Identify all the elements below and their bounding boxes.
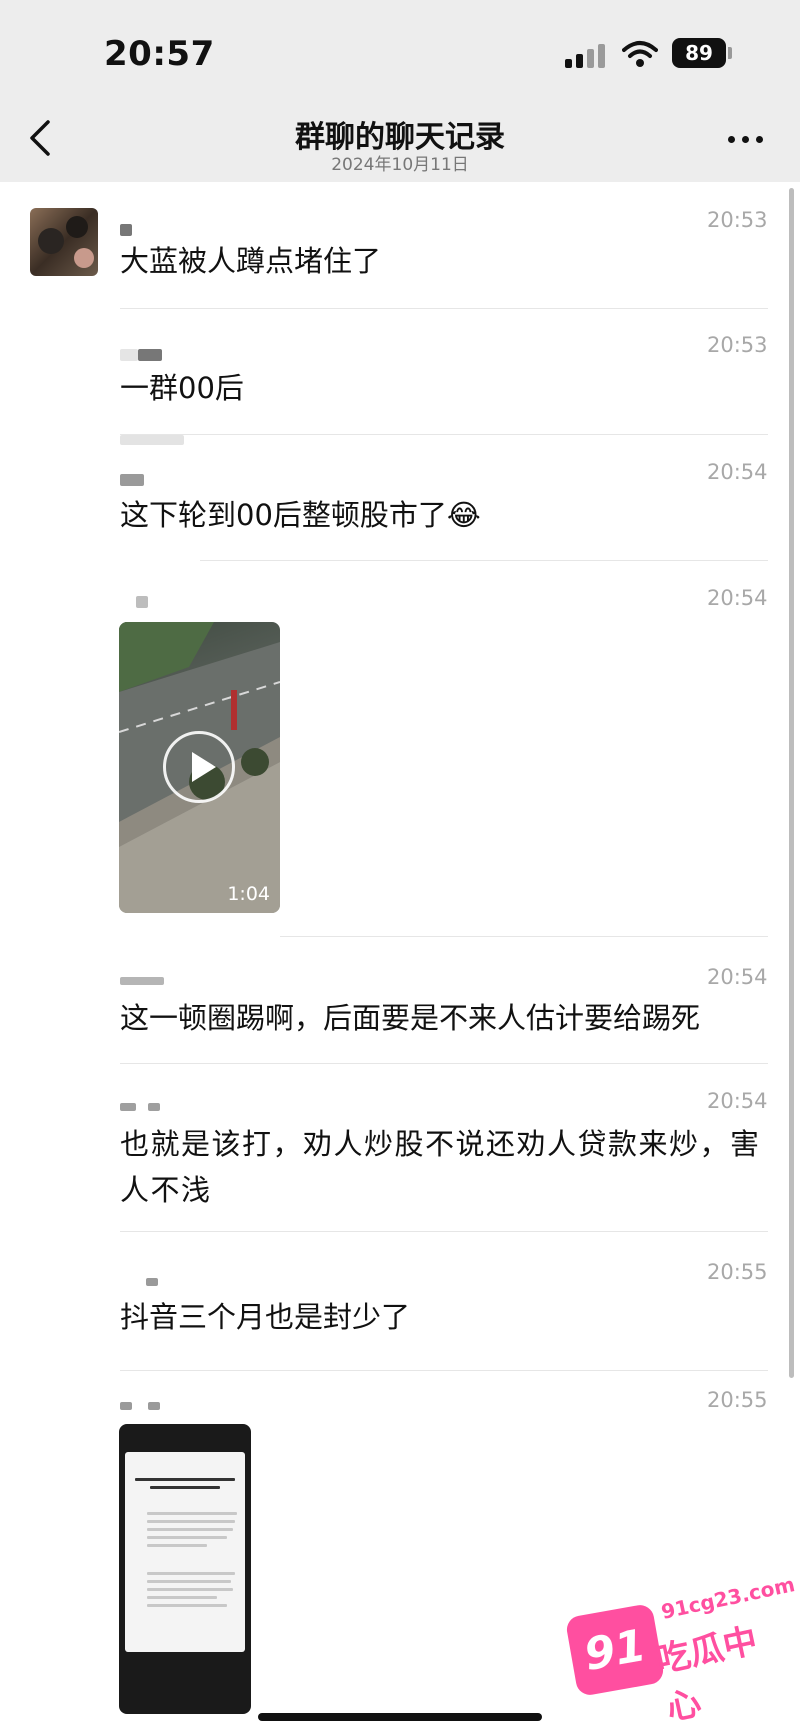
divider [200, 560, 768, 561]
more-options-icon[interactable] [728, 136, 768, 146]
message-text: 也就是该打，劝人炒股不说还劝人贷款来炒，害人不浅 [120, 1127, 761, 1207]
video-thumbnail[interactable]: 1:04 [119, 622, 280, 913]
divider [120, 308, 768, 309]
sender-name [120, 349, 138, 361]
message-time: 20:54 [707, 965, 768, 989]
status-time: 20:57 [104, 34, 215, 74]
watermark-url: 91cg23.com [658, 1572, 797, 1624]
message-text: 抖音三个月也是封少了 [120, 1300, 411, 1334]
message-time: 20:55 [707, 1388, 768, 1412]
chat-message: 20:53 大蓝被人蹲点堵住了 [0, 198, 800, 309]
chat-message: 20:54 这下轮到00后整顿股市了😂 [0, 435, 800, 562]
battery-indicator: 89 [672, 38, 726, 68]
chat-message: 20:54 也就是该打，劝人炒股不说还劝人贷款来炒，害人不浅 [0, 1081, 800, 1232]
chat-message-video: 20:54 1:04 [0, 578, 800, 938]
image-thumbnail[interactable] [119, 1424, 251, 1714]
message-text: 大蓝被人蹲点堵住了 [120, 244, 382, 278]
divider [120, 1370, 768, 1371]
site-watermark-logo: 91 91cg23.com 吃瓜中心 [564, 1570, 797, 1729]
video-duration: 1:04 [227, 883, 270, 905]
sender-name [120, 1402, 132, 1410]
sender-name [120, 224, 132, 236]
message-time: 20:54 [707, 460, 768, 484]
message-time: 20:54 [707, 1089, 768, 1113]
message-text: 这下轮到00后整顿股市了😂 [120, 498, 481, 532]
sender-name-part [148, 1402, 160, 1410]
divider [120, 1063, 768, 1064]
cellular-signal-icon [565, 42, 609, 68]
sender-name [120, 977, 164, 985]
battery-tip [728, 47, 732, 59]
sender-name [120, 1103, 136, 1111]
sender-name [120, 474, 144, 486]
chat-message: 20:55 抖音三个月也是封少了 [0, 1250, 800, 1371]
chat-message: 20:54 这一顿圈踢啊，后面要是不来人估计要给踢死 [0, 955, 800, 1065]
chat-message: 20:53 一群00后 [0, 325, 800, 435]
play-icon[interactable] [163, 731, 235, 803]
message-time: 20:53 [707, 333, 768, 357]
watermark-badge: 91 [564, 1602, 666, 1698]
sender-name [136, 596, 148, 608]
divider [280, 936, 768, 937]
message-text: 这一顿圈踢啊，后面要是不来人估计要给踢死 [120, 1001, 701, 1035]
sender-name-fragment [120, 435, 184, 445]
sender-name-part [138, 349, 162, 361]
message-time: 20:54 [707, 586, 768, 610]
avatar[interactable] [30, 208, 98, 276]
message-time: 20:53 [707, 208, 768, 232]
divider [120, 1231, 768, 1232]
message-time: 20:55 [707, 1260, 768, 1284]
sender-name-part [148, 1103, 160, 1111]
divider [120, 434, 768, 435]
message-text: 一群00后 [120, 371, 244, 405]
status-and-header: 20:57 89 群聊的聊天记录 2024年10月11日 [0, 0, 800, 182]
page-date: 2024年10月11日 [331, 155, 469, 175]
home-indicator [258, 1713, 542, 1721]
image-content [125, 1452, 245, 1652]
sender-name [146, 1278, 158, 1286]
wifi-icon [622, 41, 658, 67]
